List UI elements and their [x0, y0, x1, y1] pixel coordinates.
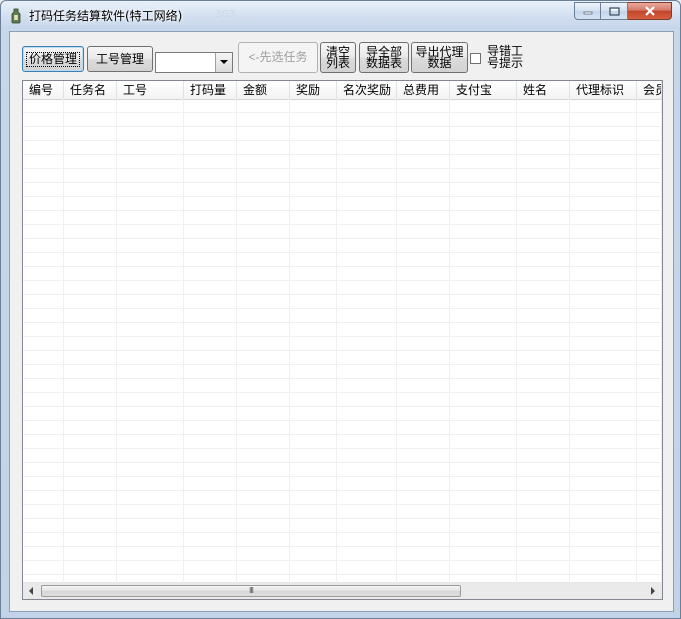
horizontal-scrollbar[interactable]: III [23, 582, 662, 599]
task-select[interactable] [155, 52, 233, 73]
column-gridline [63, 99, 64, 583]
task-select-dropdown[interactable] [215, 53, 232, 72]
title-ghost-text: 3G3 [215, 9, 236, 20]
column-gridline [336, 99, 337, 583]
scroll-grip: III [248, 586, 254, 595]
maximize-icon [608, 6, 620, 16]
export-all-button[interactable]: 导全部 数据表 [359, 42, 409, 73]
chevron-down-icon [220, 60, 228, 64]
column-header[interactable]: 任务名 [64, 81, 117, 99]
chevron-left-icon [29, 587, 33, 595]
maximize-button[interactable] [601, 2, 628, 20]
toolbar: 价格管理 工号管理 <-先选任务 清空 列表 导全部 数据表 导出代理 数据 导… [10, 32, 673, 76]
app-icon [11, 8, 21, 24]
results-table[interactable]: 编号任务名工号打码量金额奖励名次奖励总费用支付宝姓名代理标识会员 III [22, 80, 663, 600]
column-header[interactable]: 会员 [637, 81, 662, 99]
export-agent-button[interactable]: 导出代理 数据 [411, 42, 468, 73]
clear-list-button[interactable]: 清空 列表 [320, 42, 356, 73]
column-header[interactable]: 名次奖励 [337, 81, 397, 99]
column-header[interactable]: 姓名 [517, 81, 570, 99]
export-all-label-2: 数据表 [365, 55, 402, 70]
scroll-left-button[interactable] [23, 583, 40, 599]
column-header[interactable]: 总费用 [397, 81, 450, 99]
column-gridline [449, 99, 450, 583]
close-button[interactable] [628, 2, 672, 20]
column-gridline [289, 99, 290, 583]
column-gridline [183, 99, 184, 583]
column-gridline [396, 99, 397, 583]
column-header[interactable]: 工号 [117, 81, 184, 99]
column-gridline [636, 99, 637, 583]
column-header[interactable]: 金额 [237, 81, 290, 99]
price-manage-label: 价格管理 [25, 51, 80, 67]
clear-list-label-2: 列表 [325, 55, 350, 70]
column-header[interactable]: 代理标识 [570, 81, 637, 99]
app-window: 打码任务结算软件(特工网络) 3G3 价格管理 工号管理 <-先选任务 清空 列… [0, 0, 681, 619]
scroll-right-button[interactable] [645, 583, 662, 599]
column-header[interactable]: 打码量 [184, 81, 237, 99]
price-manage-button[interactable]: 价格管理 [22, 46, 84, 72]
client-area: 价格管理 工号管理 <-先选任务 清空 列表 导全部 数据表 导出代理 数据 导… [9, 31, 674, 612]
column-header[interactable]: 支付宝 [450, 81, 517, 99]
title-bar[interactable]: 打码任务结算软件(特工网络) 3G3 [1, 1, 680, 29]
window-title: 打码任务结算软件(特工网络) [29, 9, 183, 23]
column-header[interactable]: 奖励 [290, 81, 337, 99]
column-gridline [516, 99, 517, 583]
chevron-right-icon [651, 587, 655, 595]
worker-id-manage-button[interactable]: 工号管理 [87, 46, 153, 72]
scroll-thumb[interactable]: III [41, 585, 461, 597]
minimize-icon [583, 11, 592, 15]
select-task-first-button[interactable]: <-先选任务 [238, 42, 318, 73]
minimize-button[interactable] [574, 2, 601, 20]
wrong-id-checkbox[interactable] [470, 53, 481, 64]
export-agent-label-2: 数据 [427, 55, 452, 70]
column-header[interactable]: 编号 [23, 81, 64, 99]
wrong-id-label: 导错工 号提示 [487, 45, 535, 69]
column-gridline [661, 99, 662, 583]
window-controls [574, 2, 672, 21]
table-body[interactable] [23, 99, 662, 583]
close-icon [644, 6, 655, 16]
column-gridline [116, 99, 117, 583]
table-header: 编号任务名工号打码量金额奖励名次奖励总费用支付宝姓名代理标识会员 [23, 81, 662, 100]
column-gridline [569, 99, 570, 583]
wrong-id-label-2: 号提示 [487, 56, 524, 70]
column-gridline [236, 99, 237, 583]
